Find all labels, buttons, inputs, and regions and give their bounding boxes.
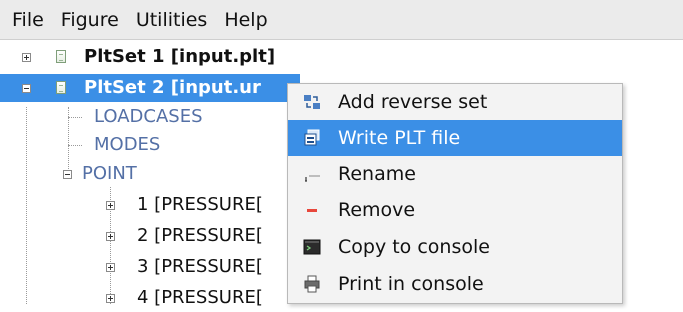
write-file-icon: [304, 129, 320, 146]
rename-icon: [305, 175, 320, 182]
collapse-icon[interactable]: [22, 84, 31, 93]
expand-icon[interactable]: [106, 201, 115, 210]
expand-icon[interactable]: [106, 263, 115, 272]
menu-item-label: Print in console: [338, 273, 484, 295]
menu-item-add-reverse-set[interactable]: Add reverse set: [288, 84, 622, 120]
menu-item-label: Write PLT file: [338, 127, 461, 149]
tree-item-pltset-2[interactable]: PltSet 2 [input.ur: [0, 74, 300, 102]
tree-item-label: PltSet 2 [input.ur: [84, 77, 261, 98]
remove-icon: [307, 209, 317, 212]
menu-utilities[interactable]: Utilities: [128, 0, 217, 40]
menu-item-copy-to-console[interactable]: Copy to console: [288, 229, 622, 265]
menu-item-label: Remove: [338, 199, 416, 221]
menu-bar: File Figure Utilities Help: [0, 0, 683, 40]
collapse-icon[interactable]: [63, 170, 72, 179]
expand-icon[interactable]: [106, 232, 115, 241]
menu-item-label: Add reverse set: [338, 91, 488, 113]
menu-item-label: Copy to console: [338, 236, 490, 258]
tree-item-label: LOADCASES: [94, 106, 203, 127]
console-icon: [303, 239, 321, 255]
printer-icon: [304, 275, 320, 293]
file-icon: [56, 50, 66, 63]
menu-file[interactable]: File: [4, 0, 53, 40]
menu-item-write-plt-file[interactable]: Write PLT file: [288, 120, 622, 156]
tree-item-label: MODES: [94, 134, 161, 155]
context-menu: Add reverse set Write PLT file Rename Re…: [287, 83, 623, 304]
tree-item-label: 3 [PRESSURE[: [137, 256, 263, 277]
tree-item-label: 4 [PRESSURE[: [137, 287, 263, 308]
menu-item-rename[interactable]: Rename: [288, 156, 622, 192]
tree-item-label: 1 [PRESSURE[: [137, 194, 263, 215]
tree-item-label: 2 [PRESSURE[: [137, 225, 263, 246]
menu-help[interactable]: Help: [216, 0, 276, 40]
reverse-set-icon: [304, 95, 320, 109]
file-icon: [56, 81, 66, 94]
tree-item-label: PltSet 1 [input.plt]: [84, 46, 276, 67]
menu-item-label: Rename: [338, 163, 416, 185]
tree-item-pltset-1[interactable]: PltSet 1 [input.plt]: [0, 43, 683, 71]
menu-figure[interactable]: Figure: [53, 0, 128, 40]
menu-item-print-in-console[interactable]: Print in console: [288, 266, 622, 302]
tree-item-label: POINT: [82, 163, 137, 184]
expand-icon[interactable]: [106, 294, 115, 303]
menu-item-remove[interactable]: Remove: [288, 192, 622, 228]
expand-icon[interactable]: [22, 53, 31, 62]
